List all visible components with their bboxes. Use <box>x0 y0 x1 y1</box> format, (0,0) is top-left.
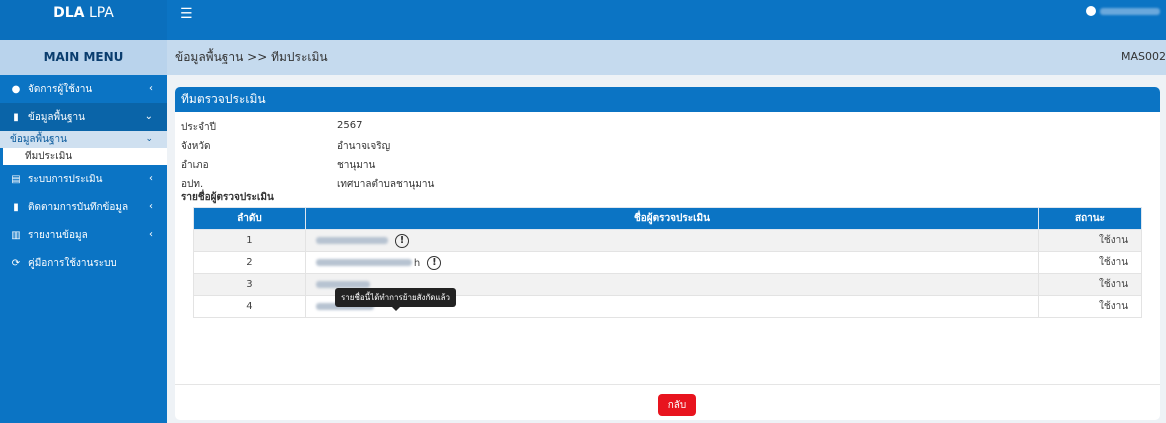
card-title: ทีมตรวจประเมิน <box>175 87 1160 112</box>
info-value: เทศบาลตำบลชานุมาน <box>337 179 435 190</box>
breadcrumb: ข้อมูลพื้นฐาน >> ทีมประเมิน MAS002 <box>167 40 1166 75</box>
brand-name: DLA <box>53 5 85 21</box>
brand-logo[interactable]: DLA LPA <box>0 0 167 40</box>
assessor-list-label: รายชื่อผู้ตรวจประเมิน <box>181 192 274 203</box>
sidebar-item-label: ระบบการประเมิน <box>28 173 103 185</box>
user-name-redacted <box>1100 7 1160 15</box>
chevron-left-icon: ‹ <box>149 229 153 240</box>
status-text: ใช้งาน <box>1099 301 1129 312</box>
screen-code: MAS002 <box>1121 50 1166 63</box>
sidebar-subitem-assessment-team[interactable]: ทีมประเมิน <box>0 148 167 165</box>
brand-suffix: LPA <box>84 5 114 21</box>
status-cell: ใช้งาน <box>1038 295 1142 318</box>
assessor-name: ! <box>304 229 1040 252</box>
sidebar-subitem-label: ข้อมูลพื้นฐาน <box>10 134 67 145</box>
status-cell: ใช้งาน <box>1038 251 1142 274</box>
sidebar-item-label: ติดตามการบันทึกข้อมูล <box>28 201 129 213</box>
warning-icon[interactable]: ! <box>427 255 442 270</box>
row-number: 1 <box>193 229 306 252</box>
manual-icon: ⟳ <box>11 257 21 269</box>
table-row: 1 ! ใช้งาน <box>193 229 1142 252</box>
info-label: จังหวัด <box>181 141 211 152</box>
chevron-left-icon: ‹ <box>149 83 153 94</box>
status-cell: ใช้งาน <box>1038 229 1142 252</box>
chevron-down-icon: ⌄ <box>144 111 153 122</box>
info-section: ประจำปี 2567 จังหวัด อำนาจเจริญ อำเภอ ชา… <box>175 112 1160 208</box>
hamburger-menu-icon[interactable]: ☰ <box>180 6 193 22</box>
info-value: 2567 <box>337 120 363 131</box>
row-number: 3 <box>193 273 306 296</box>
info-value: อำนาจเจริญ <box>337 141 391 152</box>
name-suffix: h <box>413 257 421 269</box>
table-row: 2 h ! ใช้งาน <box>193 251 1142 274</box>
sidebar: MAIN MENU ● จัดการผู้ใช้งาน ‹ ▮ ข้อมูลพื… <box>0 40 167 423</box>
table-header-row: ลำดับ ชื่อผู้ตรวจประเมิน สถานะ <box>193 207 1142 230</box>
file-icon: ▤ <box>11 173 21 185</box>
status-cell: ใช้งาน <box>1038 273 1142 296</box>
info-label: อำเภอ <box>181 160 209 171</box>
warning-icon[interactable]: ! <box>395 233 410 248</box>
back-button[interactable]: กลับ <box>658 394 696 416</box>
column-header-number[interactable]: ลำดับ <box>193 207 306 230</box>
divider <box>175 384 1160 385</box>
sidebar-item-manual[interactable]: ⟳ คู่มือการใช้งานระบบ <box>0 249 167 277</box>
sidebar-item-label: คู่มือการใช้งานระบบ <box>28 257 117 269</box>
assessor-name: h ! <box>304 251 1040 274</box>
chart-icon: ▥ <box>11 229 21 241</box>
user-avatar-icon <box>1086 6 1096 16</box>
main-menu-header: MAIN MENU <box>0 40 167 75</box>
row-number: 4 <box>193 295 306 318</box>
redacted-name <box>315 259 412 266</box>
user-menu[interactable] <box>1086 6 1160 16</box>
status-text: ใช้งาน <box>1099 235 1129 246</box>
chevron-down-icon: ⌄ <box>145 134 153 144</box>
clipboard-icon: ▮ <box>13 201 19 213</box>
sidebar-item-label: รายงานข้อมูล <box>28 229 88 241</box>
top-bar: DLA LPA ☰ <box>0 0 1166 40</box>
info-value: ชานุมาน <box>337 160 376 171</box>
sidebar-submenu: ข้อมูลพื้นฐาน ⌄ ทีมประเมิน <box>0 131 167 165</box>
sidebar-item-user-management[interactable]: ● จัดการผู้ใช้งาน ‹ <box>0 75 167 103</box>
chevron-left-icon: ‹ <box>149 201 153 212</box>
status-text: ใช้งาน <box>1099 257 1129 268</box>
chevron-left-icon: ‹ <box>149 173 153 184</box>
status-text: ใช้งาน <box>1099 279 1129 290</box>
redacted-name <box>315 237 388 244</box>
column-header-status[interactable]: สถานะ <box>1038 207 1142 230</box>
sidebar-item-assessment-system[interactable]: ▤ ระบบการประเมิน ‹ <box>0 165 167 193</box>
book-icon: ▮ <box>13 111 19 123</box>
sidebar-item-reports[interactable]: ▥ รายงานข้อมูล ‹ <box>0 221 167 249</box>
row-number: 2 <box>193 251 306 274</box>
main-content: ข้อมูลพื้นฐาน >> ทีมประเมิน MAS002 ทีมตร… <box>167 40 1166 423</box>
info-label: ประจำปี <box>181 122 216 133</box>
sidebar-item-label: จัดการผู้ใช้งาน <box>28 83 93 95</box>
sidebar-item-label: ข้อมูลพื้นฐาน <box>28 111 85 123</box>
user-icon: ● <box>11 83 21 95</box>
column-header-name[interactable]: ชื่อผู้ตรวจประเมิน <box>304 207 1040 230</box>
assessment-team-card: ทีมตรวจประเมิน ประจำปี 2567 จังหวัด อำนา… <box>175 87 1160 420</box>
breadcrumb-text: ข้อมูลพื้นฐาน >> ทีมประเมิน <box>175 50 328 64</box>
sidebar-item-basic-data[interactable]: ▮ ข้อมูลพื้นฐาน ⌄ <box>0 103 167 131</box>
redacted-name <box>315 280 370 288</box>
sidebar-item-tracking[interactable]: ▮ ติดตามการบันทึกข้อมูล ‹ <box>0 193 167 221</box>
warning-tooltip: รายชื่อนี้ได้ทำการย้ายสังกัดแล้ว <box>335 288 457 311</box>
sidebar-subitem-basic-data[interactable]: ข้อมูลพื้นฐาน ⌄ <box>0 131 167 148</box>
